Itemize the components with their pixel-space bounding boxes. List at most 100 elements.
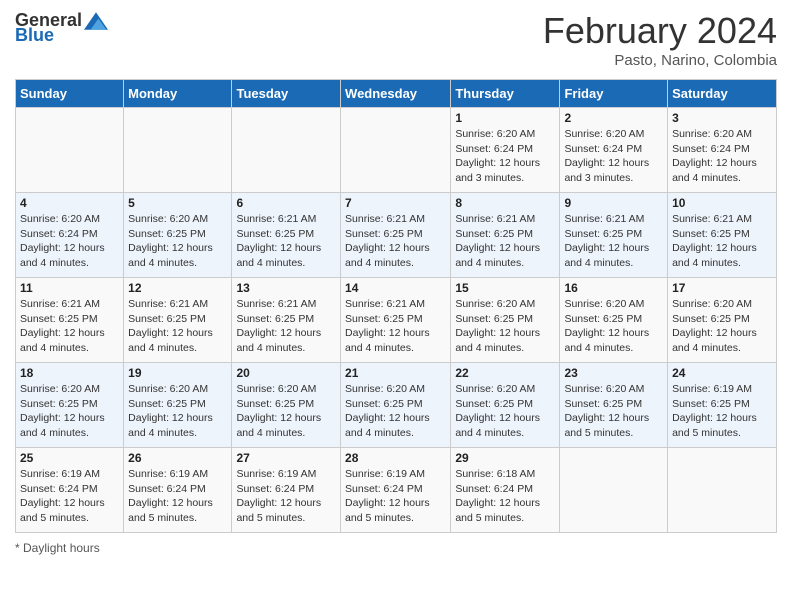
day-number: 24 <box>672 366 772 380</box>
day-info: Sunrise: 6:19 AM Sunset: 6:25 PM Dayligh… <box>672 382 772 441</box>
logo: General Blue <box>15 10 108 46</box>
day-number: 19 <box>128 366 227 380</box>
day-info: Sunrise: 6:21 AM Sunset: 6:25 PM Dayligh… <box>672 212 772 271</box>
day-info: Sunrise: 6:21 AM Sunset: 6:25 PM Dayligh… <box>345 212 446 271</box>
day-number: 12 <box>128 281 227 295</box>
title-area: February 2024 Pasto, Narino, Colombia <box>543 10 777 69</box>
day-number: 23 <box>564 366 663 380</box>
day-number: 29 <box>455 451 555 465</box>
day-info: Sunrise: 6:21 AM Sunset: 6:25 PM Dayligh… <box>455 212 555 271</box>
calendar-table: SundayMondayTuesdayWednesdayThursdayFrid… <box>15 79 777 533</box>
table-row: 1 Sunrise: 6:20 AM Sunset: 6:24 PM Daylig… <box>451 108 560 193</box>
subtitle: Pasto, Narino, Colombia <box>543 52 777 69</box>
day-info: Sunrise: 6:20 AM Sunset: 6:24 PM Dayligh… <box>20 212 119 271</box>
table-row: 12 Sunrise: 6:21 AM Sunset: 6:25 PM Dayli… <box>124 278 232 363</box>
table-row <box>341 108 451 193</box>
day-info: Sunrise: 6:19 AM Sunset: 6:24 PM Dayligh… <box>345 467 446 526</box>
logo-blue: Blue <box>15 25 54 46</box>
day-info: Sunrise: 6:20 AM Sunset: 6:24 PM Dayligh… <box>455 127 555 186</box>
day-info: Sunrise: 6:20 AM Sunset: 6:25 PM Dayligh… <box>672 297 772 356</box>
day-info: Sunrise: 6:19 AM Sunset: 6:24 PM Dayligh… <box>128 467 227 526</box>
header: General Blue February 2024 Pasto, Narino… <box>15 10 777 69</box>
day-number: 3 <box>672 111 772 125</box>
day-number: 22 <box>455 366 555 380</box>
day-number: 27 <box>236 451 336 465</box>
day-header-thursday: Thursday <box>451 80 560 108</box>
day-number: 5 <box>128 196 227 210</box>
table-row: 24 Sunrise: 6:19 AM Sunset: 6:25 PM Dayli… <box>668 363 777 448</box>
day-number: 13 <box>236 281 336 295</box>
day-info: Sunrise: 6:20 AM Sunset: 6:25 PM Dayligh… <box>128 212 227 271</box>
day-number: 4 <box>20 196 119 210</box>
day-info: Sunrise: 6:18 AM Sunset: 6:24 PM Dayligh… <box>455 467 555 526</box>
day-info: Sunrise: 6:19 AM Sunset: 6:24 PM Dayligh… <box>236 467 336 526</box>
table-row <box>560 448 668 533</box>
table-row: 4 Sunrise: 6:20 AM Sunset: 6:24 PM Daylig… <box>16 193 124 278</box>
table-row <box>16 108 124 193</box>
day-info: Sunrise: 6:20 AM Sunset: 6:25 PM Dayligh… <box>455 297 555 356</box>
day-number: 14 <box>345 281 446 295</box>
day-header-tuesday: Tuesday <box>232 80 341 108</box>
day-info: Sunrise: 6:21 AM Sunset: 6:25 PM Dayligh… <box>128 297 227 356</box>
table-row: 11 Sunrise: 6:21 AM Sunset: 6:25 PM Dayli… <box>16 278 124 363</box>
table-row: 9 Sunrise: 6:21 AM Sunset: 6:25 PM Daylig… <box>560 193 668 278</box>
table-row: 20 Sunrise: 6:20 AM Sunset: 6:25 PM Dayli… <box>232 363 341 448</box>
day-number: 28 <box>345 451 446 465</box>
day-info: Sunrise: 6:21 AM Sunset: 6:25 PM Dayligh… <box>236 297 336 356</box>
day-info: Sunrise: 6:20 AM Sunset: 6:25 PM Dayligh… <box>236 382 336 441</box>
table-row: 2Sunrise: 6:20 AM Sunset: 6:24 PM Daylig… <box>560 108 668 193</box>
day-number: 1 <box>455 111 555 125</box>
table-row: 19 Sunrise: 6:20 AM Sunset: 6:25 PM Dayli… <box>124 363 232 448</box>
day-info: Sunrise: 6:20 AM Sunset: 6:25 PM Dayligh… <box>20 382 119 441</box>
day-number: 2 <box>564 111 663 125</box>
table-row: 29 Sunrise: 6:18 AM Sunset: 6:24 PM Dayli… <box>451 448 560 533</box>
table-row: 28 Sunrise: 6:19 AM Sunset: 6:24 PM Dayli… <box>341 448 451 533</box>
logo-icon <box>84 12 108 30</box>
table-row: 8 Sunrise: 6:21 AM Sunset: 6:25 PM Daylig… <box>451 193 560 278</box>
table-row: 22 Sunrise: 6:20 AM Sunset: 6:25 PM Dayli… <box>451 363 560 448</box>
day-info: Sunrise: 6:20 AM Sunset: 6:24 PM Dayligh… <box>672 127 772 186</box>
day-number: 9 <box>564 196 663 210</box>
day-info: Sunrise: 6:21 AM Sunset: 6:25 PM Dayligh… <box>564 212 663 271</box>
day-number: 8 <box>455 196 555 210</box>
day-number: 26 <box>128 451 227 465</box>
day-info: Sunrise: 6:21 AM Sunset: 6:25 PM Dayligh… <box>20 297 119 356</box>
day-number: 25 <box>20 451 119 465</box>
day-number: 16 <box>564 281 663 295</box>
month-title: February 2024 <box>543 10 777 52</box>
day-number: 20 <box>236 366 336 380</box>
day-info: Sunrise: 6:19 AM Sunset: 6:24 PM Dayligh… <box>20 467 119 526</box>
day-header-wednesday: Wednesday <box>341 80 451 108</box>
day-number: 21 <box>345 366 446 380</box>
table-row: 10 Sunrise: 6:21 AM Sunset: 6:25 PM Dayli… <box>668 193 777 278</box>
day-info: Sunrise: 6:20 AM Sunset: 6:25 PM Dayligh… <box>455 382 555 441</box>
table-row: 26 Sunrise: 6:19 AM Sunset: 6:24 PM Dayli… <box>124 448 232 533</box>
table-row: 25 Sunrise: 6:19 AM Sunset: 6:24 PM Dayli… <box>16 448 124 533</box>
table-row: 6 Sunrise: 6:21 AM Sunset: 6:25 PM Daylig… <box>232 193 341 278</box>
day-number: 18 <box>20 366 119 380</box>
day-number: 11 <box>20 281 119 295</box>
table-row: 17 Sunrise: 6:20 AM Sunset: 6:25 PM Dayli… <box>668 278 777 363</box>
table-row <box>232 108 341 193</box>
table-row: 23Sunrise: 6:20 AM Sunset: 6:25 PM Dayli… <box>560 363 668 448</box>
day-number: 10 <box>672 196 772 210</box>
day-number: 15 <box>455 281 555 295</box>
day-header-saturday: Saturday <box>668 80 777 108</box>
table-row: 15 Sunrise: 6:20 AM Sunset: 6:25 PM Dayli… <box>451 278 560 363</box>
day-info: Sunrise: 6:20 AM Sunset: 6:25 PM Dayligh… <box>128 382 227 441</box>
table-row <box>124 108 232 193</box>
day-header-sunday: Sunday <box>16 80 124 108</box>
table-row: 5 Sunrise: 6:20 AM Sunset: 6:25 PM Daylig… <box>124 193 232 278</box>
table-row: 27 Sunrise: 6:19 AM Sunset: 6:24 PM Dayli… <box>232 448 341 533</box>
table-row: 14 Sunrise: 6:21 AM Sunset: 6:25 PM Dayli… <box>341 278 451 363</box>
day-number: 7 <box>345 196 446 210</box>
table-row: 18 Sunrise: 6:20 AM Sunset: 6:25 PM Dayli… <box>16 363 124 448</box>
table-row: 13 Sunrise: 6:21 AM Sunset: 6:25 PM Dayli… <box>232 278 341 363</box>
day-header-monday: Monday <box>124 80 232 108</box>
day-info: Sunrise: 6:21 AM Sunset: 6:25 PM Dayligh… <box>345 297 446 356</box>
footer-note: * Daylight hours <box>15 541 777 555</box>
table-row: 7 Sunrise: 6:21 AM Sunset: 6:25 PM Daylig… <box>341 193 451 278</box>
day-number: 6 <box>236 196 336 210</box>
day-info: Sunrise: 6:21 AM Sunset: 6:25 PM Dayligh… <box>236 212 336 271</box>
day-number: 17 <box>672 281 772 295</box>
